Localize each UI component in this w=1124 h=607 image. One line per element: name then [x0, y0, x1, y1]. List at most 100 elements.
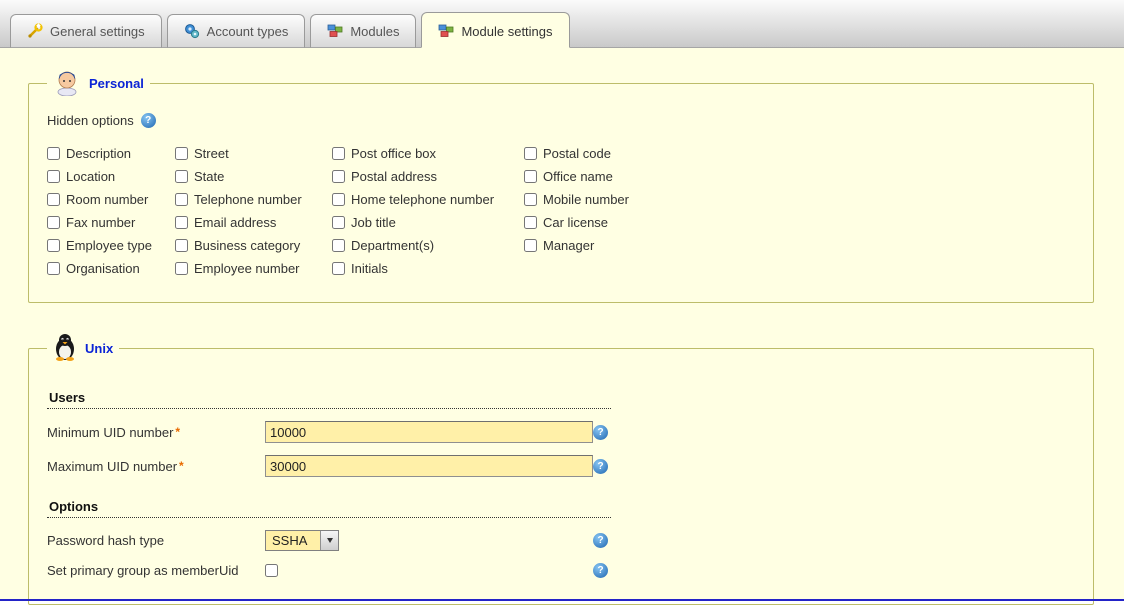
member-uid-checkbox[interactable]: [265, 564, 278, 577]
tab-account-types[interactable]: Account types: [167, 14, 306, 48]
checkbox[interactable]: [175, 239, 188, 252]
checkbox-business-category[interactable]: Business category: [175, 238, 332, 253]
help-icon[interactable]: ?: [593, 425, 608, 440]
password-hash-label: Password hash type: [47, 533, 265, 548]
checkbox-room-number[interactable]: Room number: [47, 192, 175, 207]
checkbox[interactable]: [332, 239, 345, 252]
unix-legend-label: Unix: [85, 341, 113, 356]
password-hash-row: Password hash type SSHA ?: [47, 530, 1077, 551]
checkbox[interactable]: [332, 262, 345, 275]
checkbox[interactable]: [332, 193, 345, 206]
max-uid-control: [265, 455, 593, 477]
unix-section: Unix Users Minimum UID number* ? Maximum…: [28, 333, 1094, 605]
checkbox-description[interactable]: Description: [47, 146, 175, 161]
checkbox[interactable]: [47, 262, 60, 275]
max-uid-input[interactable]: [265, 455, 593, 477]
personal-section: Personal Hidden options ? Description St…: [28, 68, 1094, 303]
module-settings-content: Personal Hidden options ? Description St…: [0, 48, 1124, 599]
checkbox-state[interactable]: State: [175, 169, 332, 184]
help-icon[interactable]: ?: [141, 113, 156, 128]
required-marker: *: [179, 459, 184, 473]
users-section-header: Users: [47, 390, 611, 409]
checkbox[interactable]: [175, 216, 188, 229]
checkbox[interactable]: [524, 239, 537, 252]
unix-legend: Unix: [47, 333, 119, 364]
min-uid-label: Minimum UID number*: [47, 425, 265, 440]
help-icon[interactable]: ?: [593, 533, 608, 548]
checkbox-manager[interactable]: Manager: [524, 238, 744, 253]
hidden-options-row: Hidden options ?: [47, 113, 1077, 128]
hidden-options-label: Hidden options: [47, 113, 134, 128]
tab-modules[interactable]: Modules: [310, 14, 416, 48]
checkbox-telephone-number[interactable]: Telephone number: [175, 192, 332, 207]
password-hash-select[interactable]: SSHA: [265, 530, 339, 551]
checkbox[interactable]: [47, 147, 60, 160]
checkbox[interactable]: [332, 170, 345, 183]
checkbox[interactable]: [524, 193, 537, 206]
checkbox-organisation[interactable]: Organisation: [47, 261, 175, 276]
checkbox[interactable]: [524, 170, 537, 183]
modules-icon: [438, 23, 454, 39]
tab-list: General settings Account types: [10, 12, 570, 48]
password-hash-control: SSHA: [265, 530, 593, 551]
checkbox[interactable]: [175, 170, 188, 183]
personal-legend: Personal: [47, 68, 150, 99]
checkbox-location[interactable]: Location: [47, 169, 175, 184]
checkbox[interactable]: [332, 147, 345, 160]
checkbox-job-title[interactable]: Job title: [332, 215, 524, 230]
min-uid-control: [265, 421, 593, 443]
required-marker: *: [175, 425, 180, 439]
checkbox-fax-number[interactable]: Fax number: [47, 215, 175, 230]
checkbox[interactable]: [175, 262, 188, 275]
checkbox-home-telephone-number[interactable]: Home telephone number: [332, 192, 524, 207]
checkbox[interactable]: [47, 193, 60, 206]
tab-label: Module settings: [461, 24, 552, 39]
min-uid-input[interactable]: [265, 421, 593, 443]
tab-label: General settings: [50, 24, 145, 39]
max-uid-label: Maximum UID number*: [47, 459, 265, 474]
checkbox-employee-number[interactable]: Employee number: [175, 261, 332, 276]
help-icon[interactable]: ?: [593, 459, 608, 474]
checkbox[interactable]: [524, 216, 537, 229]
max-uid-row: Maximum UID number* ?: [47, 455, 1077, 477]
checkbox-initials[interactable]: Initials: [332, 261, 524, 276]
tab-module-settings[interactable]: Module settings: [421, 12, 569, 48]
checkbox[interactable]: [524, 147, 537, 160]
hidden-options-grid: Description Street Post office box Posta…: [47, 142, 1077, 280]
checkbox-postal-address[interactable]: Postal address: [332, 169, 524, 184]
checkbox[interactable]: [332, 216, 345, 229]
tab-general-settings[interactable]: General settings: [10, 14, 162, 48]
checkbox-office-name[interactable]: Office name: [524, 169, 744, 184]
options-section-header: Options: [47, 499, 611, 518]
person-icon: [53, 68, 81, 99]
personal-legend-label: Personal: [89, 76, 144, 91]
checkbox-mobile-number[interactable]: Mobile number: [524, 192, 744, 207]
wrench-icon: [27, 23, 43, 39]
member-uid-control: [265, 564, 593, 577]
tab-label: Modules: [350, 24, 399, 39]
tab-strip: General settings Account types: [0, 0, 1124, 48]
checkbox[interactable]: [47, 239, 60, 252]
modules-icon: [327, 23, 343, 39]
select-dropdown-button[interactable]: [320, 531, 338, 550]
tux-penguin-icon: [53, 333, 77, 364]
checkbox-post-office-box[interactable]: Post office box: [332, 146, 524, 161]
checkbox-employee-type[interactable]: Employee type: [47, 238, 175, 253]
gears-icon: [184, 23, 200, 39]
password-hash-selected-value: SSHA: [266, 531, 320, 550]
checkbox[interactable]: [175, 147, 188, 160]
footer-divider: [0, 599, 1124, 601]
checkbox-street[interactable]: Street: [175, 146, 332, 161]
help-icon[interactable]: ?: [593, 563, 608, 578]
checkbox-departments[interactable]: Department(s): [332, 238, 524, 253]
checkbox[interactable]: [175, 193, 188, 206]
checkbox-postal-code[interactable]: Postal code: [524, 146, 744, 161]
member-uid-label: Set primary group as memberUid: [47, 563, 265, 578]
chevron-down-icon: [327, 538, 333, 543]
checkbox-email-address[interactable]: Email address: [175, 215, 332, 230]
lam-settings-page: General settings Account types: [0, 0, 1124, 607]
checkbox[interactable]: [47, 216, 60, 229]
member-uid-row: Set primary group as memberUid ?: [47, 563, 1077, 578]
checkbox[interactable]: [47, 170, 60, 183]
checkbox-car-license[interactable]: Car license: [524, 215, 744, 230]
